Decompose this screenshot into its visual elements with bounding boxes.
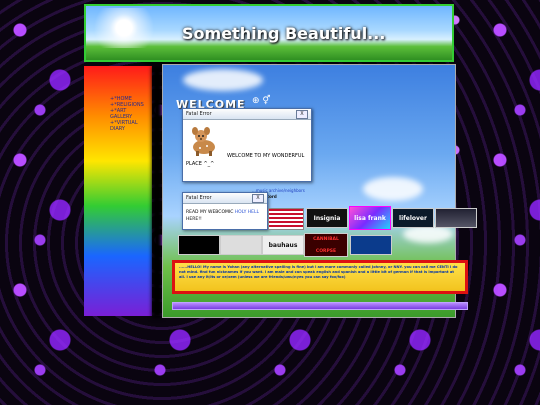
horizontal-scrollbar[interactable] <box>172 302 468 310</box>
space-stamp <box>435 208 477 228</box>
blue-stamp <box>350 235 392 255</box>
close-icon[interactable]: X <box>252 194 264 203</box>
lisa-frank-stamp: lisa frank <box>349 206 391 230</box>
dialog-message: PLACE ^_^ <box>186 161 215 167</box>
cloud <box>363 177 423 201</box>
dialog-title: Fatal Error <box>186 195 212 201</box>
dialog-message: READ MY WEBCOMIC HOLY HELL HERE!! <box>186 209 266 223</box>
webcomic-text: READ MY WEBCOMIC <box>186 210 234 215</box>
header-banner: Something Beautiful... <box>84 4 454 62</box>
sun-glow <box>94 8 154 48</box>
nav-diary-link[interactable]: DIARY <box>110 126 170 132</box>
lifelover-stamp: lifelover <box>392 208 434 228</box>
page-title: Something Beautiful... <box>182 24 386 43</box>
grey-stamp <box>220 235 262 255</box>
flag-stamp <box>268 208 304 230</box>
cannibal-corpse-stamp: CANNIBAL CORPSE <box>304 233 348 257</box>
sidebar-nav: +*HOME +*RELIGIONS +*ART GALLERY +*VIRTU… <box>110 96 170 132</box>
dialog-titlebar: Fatal Error X <box>183 109 311 120</box>
insignia-stamp: Insignia <box>306 208 348 228</box>
black-metal-stamp <box>178 235 220 255</box>
symbol-icons: ⊕ ⚥ <box>252 96 271 106</box>
bio-panel: ......HELLO! My name is Yohan (any alter… <box>172 260 468 294</box>
fatal-error-dialog-webcomic: Fatal Error X READ MY WEBCOMIC HOLY HELL… <box>182 192 268 230</box>
bauhaus-stamp: bauhaus <box>262 235 304 255</box>
dialog-message: WELCOME TO MY WONDERFUL <box>227 153 305 159</box>
close-icon[interactable]: X <box>296 110 308 119</box>
dialog-title: Fatal Error <box>186 111 212 117</box>
fawn-plush-icon <box>192 127 215 156</box>
cloud <box>183 69 263 91</box>
webcomic-link[interactable]: HOLY HELL <box>235 210 259 215</box>
fatal-error-dialog: Fatal Error X WELCOME TO MY WONDERFUL PL… <box>182 108 312 182</box>
bio-text: ......HELLO! My name is Yohan (any alter… <box>179 265 458 279</box>
dialog-titlebar: Fatal Error X <box>183 193 267 204</box>
webcomic-here: HERE!! <box>186 217 202 222</box>
